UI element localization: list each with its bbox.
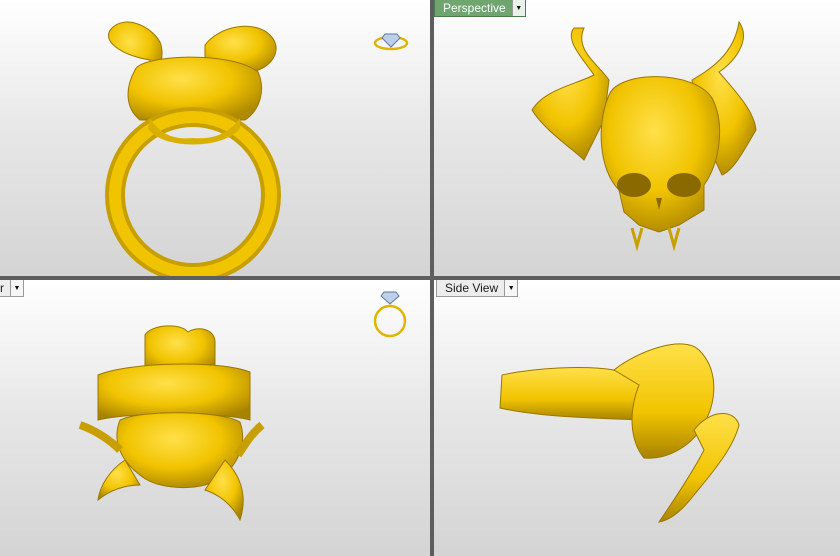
ring-diamond-top-icon[interactable]: [372, 290, 408, 340]
viewport-top[interactable]: r ▼: [0, 280, 430, 556]
viewport-front[interactable]: [0, 0, 430, 276]
viewport-perspective[interactable]: Perspective ▼: [434, 0, 840, 276]
ring-front-model: [105, 21, 281, 276]
ring-diamond-icon[interactable]: [372, 30, 410, 52]
viewport-side[interactable]: Side View ▼: [434, 280, 840, 556]
ring-perspective-model: [531, 20, 757, 252]
ring-side-model: [499, 343, 740, 523]
ring-top-model: [78, 325, 265, 522]
